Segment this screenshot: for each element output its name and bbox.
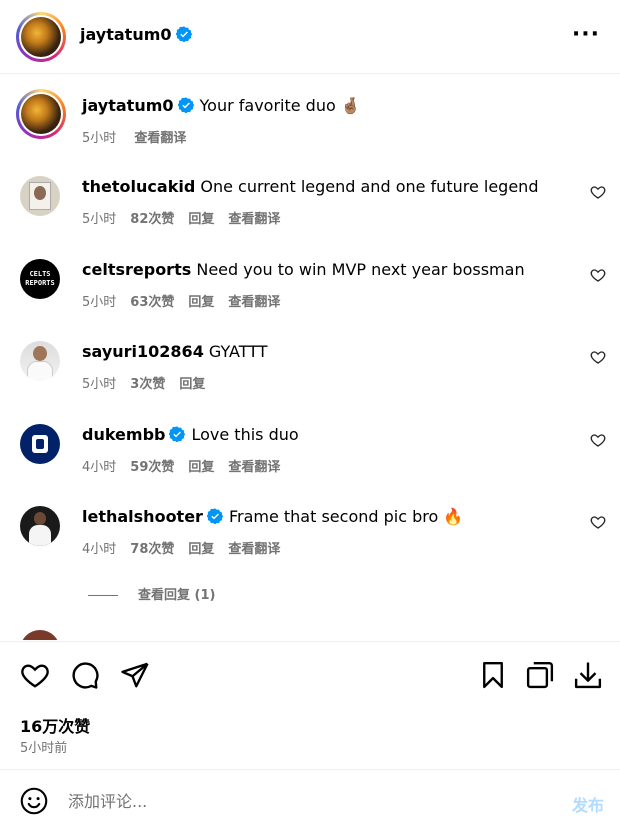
view-replies-label: 查看回复 (1) xyxy=(138,588,216,603)
verified-badge-icon xyxy=(206,508,223,524)
comment-avatar[interactable]: CELTS REPORTS xyxy=(20,259,60,299)
translate-link[interactable]: 查看翻译 xyxy=(228,212,280,227)
comment-input[interactable] xyxy=(68,787,538,815)
like-heart-icon[interactable] xyxy=(590,432,606,448)
caption-text: Your favorite duo 🤞🏽 xyxy=(199,96,361,115)
caption-meta: 5小时 查看翻译 xyxy=(82,127,200,146)
like-heart-icon[interactable] xyxy=(590,349,606,365)
comment-likes[interactable]: 3次赞 xyxy=(130,377,165,392)
comment-text: Frame that second pic bro 🔥 xyxy=(228,507,464,526)
like-heart-icon[interactable] xyxy=(590,184,606,200)
comment-time: 5小时 xyxy=(82,377,117,392)
comment-username[interactable]: lethalshooter xyxy=(82,507,203,526)
comment-text: Love this duo xyxy=(191,425,299,444)
share-send-icon[interactable] xyxy=(120,660,150,690)
reply-button[interactable]: 回复 xyxy=(188,212,214,227)
add-comment-bar: 发布 xyxy=(0,769,620,827)
comment-likes[interactable]: 78次赞 xyxy=(130,542,174,557)
caption-time: 5小时 xyxy=(82,131,117,146)
comment-likes[interactable]: 82次赞 xyxy=(130,212,174,227)
comment-time: 5小时 xyxy=(82,212,117,227)
translate-link[interactable]: 查看翻译 xyxy=(228,460,280,475)
comment-username[interactable]: thetolucakid xyxy=(82,177,195,196)
comment-text: GYATTT xyxy=(208,342,268,361)
like-heart-icon[interactable] xyxy=(20,660,50,690)
header-avatar[interactable] xyxy=(16,12,66,62)
comment-time: 5小时 xyxy=(82,295,117,310)
divider xyxy=(88,595,118,596)
comment-likes[interactable]: 63次赞 xyxy=(130,295,174,310)
translate-link[interactable]: 查看翻译 xyxy=(134,131,186,146)
reply-button[interactable]: 回复 xyxy=(179,377,205,392)
copy-icon[interactable] xyxy=(525,660,555,690)
comment-bubble-icon[interactable] xyxy=(70,660,100,690)
comment-avatar[interactable] xyxy=(20,176,60,216)
likes-count[interactable]: 16万次赞 xyxy=(20,713,90,737)
emoji-icon[interactable] xyxy=(20,787,48,815)
comment-text: Need you to win MVP next year bossman xyxy=(196,260,525,279)
comment-time: 4小时 xyxy=(82,542,117,557)
verified-badge-icon xyxy=(175,26,192,42)
caption-username[interactable]: jaytatum0 xyxy=(82,96,174,115)
post-header: jaytatum0 ··· xyxy=(0,0,620,74)
comment-username[interactable]: celtsreports xyxy=(82,260,191,279)
download-icon[interactable] xyxy=(573,660,603,690)
comment-avatar[interactable] xyxy=(20,341,60,381)
translate-link[interactable]: 查看翻译 xyxy=(228,542,280,557)
comment-username[interactable]: dukembb xyxy=(82,425,165,444)
more-horizontal-icon[interactable]: ··· xyxy=(572,22,600,47)
comment-text: One current legend and one future legend xyxy=(200,177,539,196)
post-button[interactable]: 发布 xyxy=(572,792,604,816)
verified-badge-icon xyxy=(169,426,186,442)
comment-avatar[interactable] xyxy=(20,506,60,546)
comment-likes[interactable]: 59次赞 xyxy=(130,460,174,475)
post-time: 5小时前 xyxy=(20,741,68,756)
caption-avatar[interactable] xyxy=(16,89,66,139)
comments-list[interactable]: jaytatum0 Your favorite duo 🤞🏽 5小时 查看翻译 t… xyxy=(0,75,620,640)
avatar-text: CELTS REPORTS xyxy=(25,270,55,287)
like-heart-icon[interactable] xyxy=(590,267,606,283)
comment-avatar-partial xyxy=(20,630,60,640)
like-heart-icon[interactable] xyxy=(590,514,606,530)
bookmark-icon[interactable] xyxy=(478,660,508,690)
comment-time: 4小时 xyxy=(82,460,117,475)
reply-button[interactable]: 回复 xyxy=(188,460,214,475)
reply-button[interactable]: 回复 xyxy=(188,295,214,310)
header-username[interactable]: jaytatum0 xyxy=(80,25,172,44)
verified-badge-icon xyxy=(177,97,194,113)
reply-button[interactable]: 回复 xyxy=(188,542,214,557)
comment-username[interactable]: sayuri102864 xyxy=(82,342,204,361)
comment-avatar[interactable] xyxy=(20,424,60,464)
action-bar: 16万次赞 5小时前 xyxy=(0,641,620,769)
translate-link[interactable]: 查看翻译 xyxy=(228,295,280,310)
view-replies-button[interactable]: 查看回复 (1) xyxy=(88,584,215,603)
